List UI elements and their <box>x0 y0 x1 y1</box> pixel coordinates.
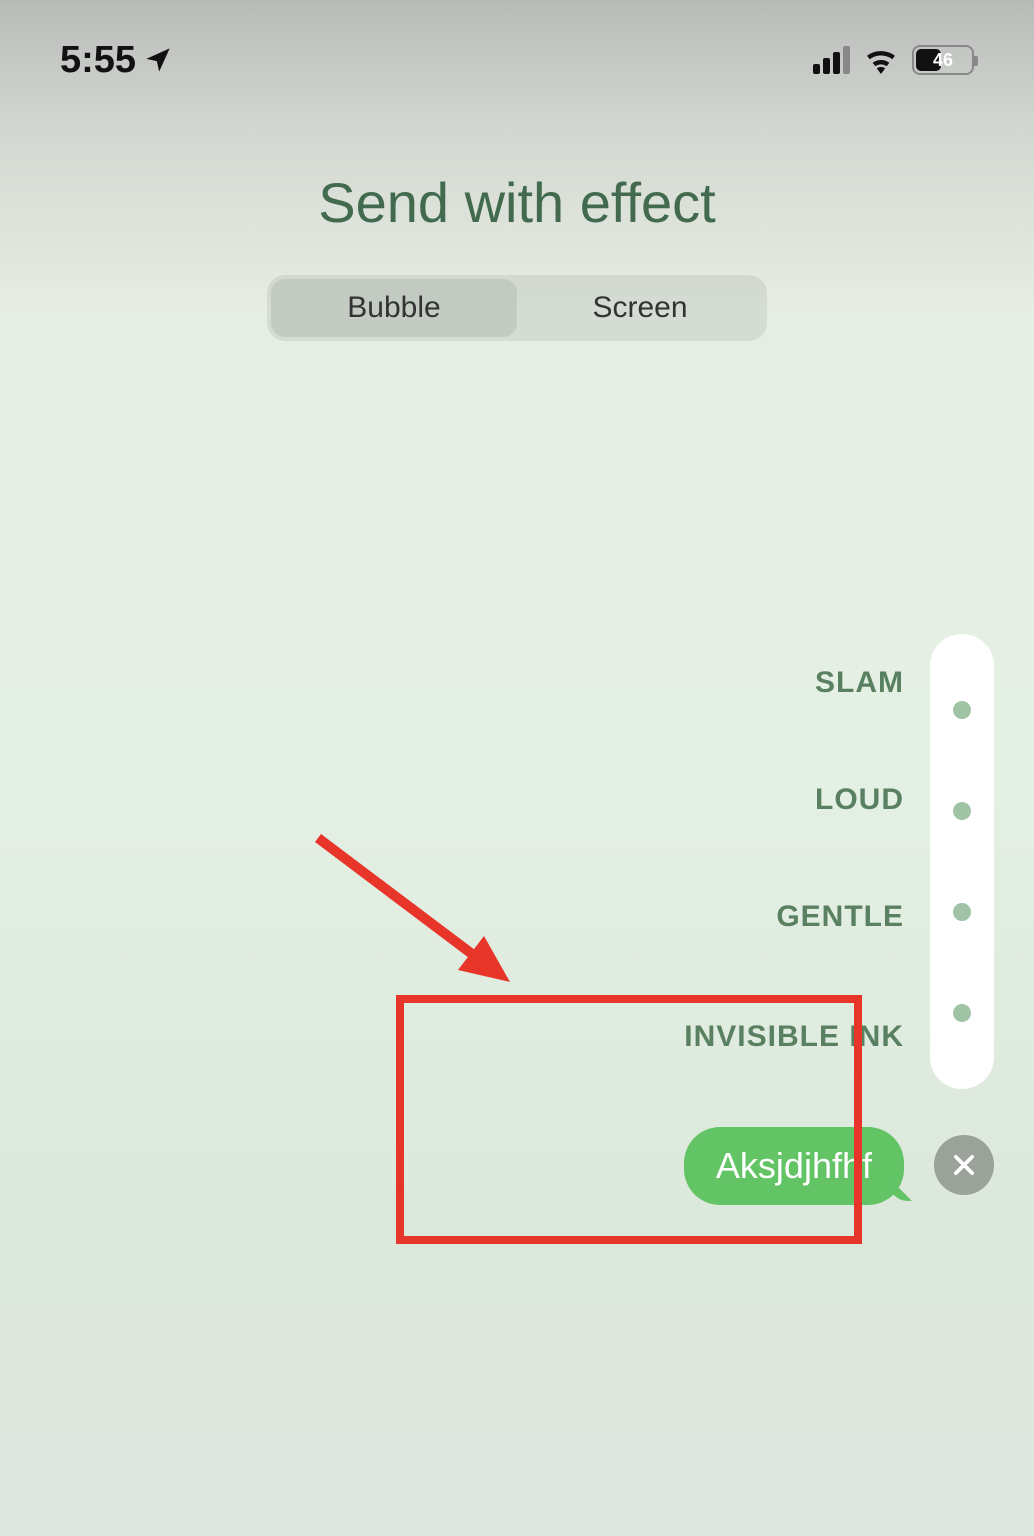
effect-dot-gentle[interactable] <box>953 903 971 921</box>
effect-dot-loud[interactable] <box>953 802 971 820</box>
cancel-button[interactable] <box>934 1135 994 1195</box>
close-icon <box>950 1151 978 1179</box>
tab-bubble[interactable]: Bubble <box>271 279 517 337</box>
effect-label-loud[interactable]: LOUD <box>815 783 904 817</box>
effect-label-slam[interactable]: SLAM <box>815 666 904 700</box>
tab-screen[interactable]: Screen <box>517 279 763 337</box>
effect-dot-invisible-ink[interactable] <box>953 1004 971 1022</box>
effect-label-invisible-ink[interactable]: INVISIBLE INK <box>684 1020 904 1054</box>
effect-label-gentle[interactable]: GENTLE <box>776 900 904 934</box>
signal-icon <box>813 46 850 74</box>
status-bar: 5:55 46 <box>0 0 1034 90</box>
effect-dot-slam[interactable] <box>953 701 971 719</box>
annotation-arrow-icon <box>310 830 520 990</box>
effect-type-segmented: Bubble Screen <box>267 275 767 341</box>
wifi-icon <box>864 46 898 74</box>
effects-rail <box>930 634 994 1089</box>
battery-level: 46 <box>914 50 972 71</box>
battery-icon: 46 <box>912 45 974 75</box>
message-bubble: Aksjdjhfhf <box>684 1127 904 1205</box>
location-icon <box>144 46 172 74</box>
status-time: 5:55 <box>60 39 136 82</box>
page-title: Send with effect <box>0 170 1034 235</box>
